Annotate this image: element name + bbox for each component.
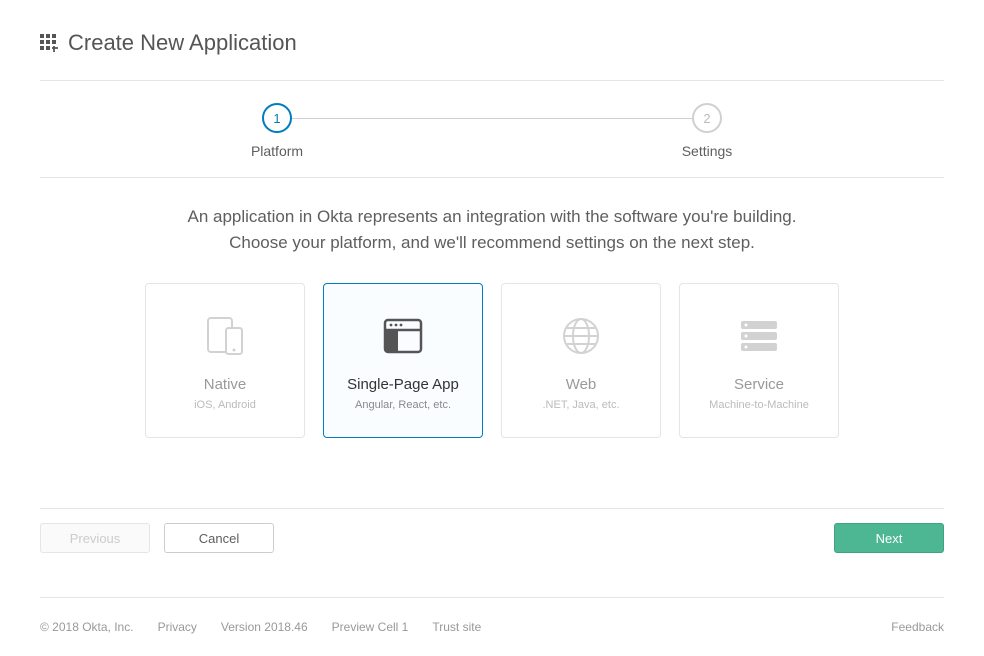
footer-feedback-link[interactable]: Feedback [891,620,944,634]
previous-button: Previous [40,523,150,553]
next-button[interactable]: Next [834,523,944,553]
card-title: Web [566,376,597,393]
step-label: Settings [682,143,733,159]
card-service[interactable]: Service Machine-to-Machine [679,283,839,438]
footer-trust-link[interactable]: Trust site [432,620,481,634]
step-platform[interactable]: 1 Platform [222,103,332,159]
step-circle: 1 [262,103,292,133]
step-circle: 2 [692,103,722,133]
apps-grid-icon [40,34,58,52]
card-subtitle: iOS, Android [194,399,256,411]
card-native[interactable]: Native iOS, Android [145,283,305,438]
card-title: Single-Page App [347,376,459,393]
card-subtitle: Angular, React, etc. [355,399,451,411]
cancel-button[interactable]: Cancel [164,523,274,553]
card-title: Native [204,376,247,393]
card-web[interactable]: Web .NET, Java, etc. [501,283,661,438]
footer-copyright: © 2018 Okta, Inc. [40,620,134,634]
footer-version: Version 2018.46 [221,620,308,634]
wizard-stepper: 1 Platform 2 Settings [40,81,944,178]
description-line: Choose your platform, and we'll recommen… [40,230,944,256]
description-line: An application in Okta represents an int… [40,204,944,230]
page-title: Create New Application [68,30,297,56]
card-title: Service [734,376,784,393]
footer-privacy-link[interactable]: Privacy [158,620,197,634]
page-header: Create New Application [40,0,944,81]
wizard-description: An application in Okta represents an int… [40,178,944,283]
card-subtitle: Machine-to-Machine [709,399,809,411]
footer-cell: Preview Cell 1 [332,620,409,634]
platform-cards: Native iOS, Android Single-Page App Angu… [40,283,944,448]
web-icon [561,310,601,362]
card-single-page-app[interactable]: Single-Page App Angular, React, etc. [323,283,483,438]
card-subtitle: .NET, Java, etc. [542,399,619,411]
wizard-actions: Previous Cancel Next [40,508,944,567]
spa-icon [383,310,423,362]
stepper-connector [277,118,707,119]
native-icon [202,310,248,362]
step-label: Platform [251,143,303,159]
step-settings[interactable]: 2 Settings [652,103,762,159]
page-footer: © 2018 Okta, Inc. Privacy Version 2018.4… [40,597,944,656]
service-icon [737,310,781,362]
